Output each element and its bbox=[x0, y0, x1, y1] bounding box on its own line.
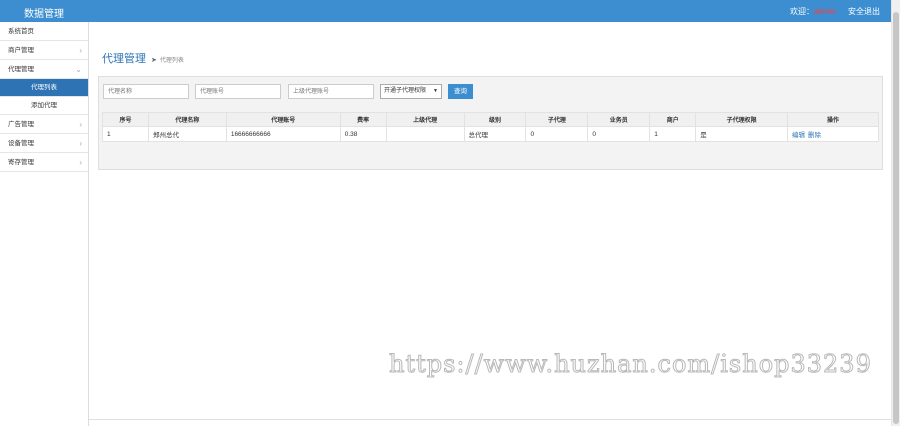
sidebar-subitem-label: 代理列表 bbox=[31, 84, 57, 91]
column-header: 业务员 bbox=[587, 112, 651, 127]
cell-rate: 0.38 bbox=[339, 126, 387, 142]
sidebar-item-storage[interactable]: 寄存管理 › bbox=[0, 153, 88, 172]
sidebar-item-label: 代理管理 bbox=[8, 66, 34, 73]
watermark: https://www.huzhan.com/ishop33239 bbox=[389, 350, 872, 379]
welcome-label: 欢迎： bbox=[789, 7, 814, 16]
vertical-scrollbar[interactable] bbox=[891, 0, 900, 426]
agent-account-input[interactable] bbox=[195, 84, 281, 99]
delete-link[interactable]: 删除 bbox=[808, 132, 821, 139]
chevron-right-icon: › bbox=[79, 46, 82, 55]
sidebar-item-label: 设备管理 bbox=[8, 140, 34, 147]
chevron-right-icon: › bbox=[79, 158, 82, 167]
cell-permission: 是 bbox=[695, 126, 789, 142]
sidebar-item-label: 系统首页 bbox=[8, 28, 34, 35]
sidebar-subitem-agent-list[interactable]: 代理列表 bbox=[0, 79, 88, 97]
chevron-right-icon: › bbox=[79, 120, 82, 129]
permission-select-value: 开通子代理权限 bbox=[384, 88, 427, 94]
sidebar-item-merchants[interactable]: 商户管理 › bbox=[0, 41, 88, 60]
username[interactable]: admin bbox=[814, 7, 836, 16]
column-header: 代理账号 bbox=[225, 112, 341, 127]
sidebar-subitem-label: 添加代理 bbox=[31, 102, 57, 109]
arrow-right-icon: ➤ bbox=[151, 57, 157, 64]
column-header: 费率 bbox=[339, 112, 387, 127]
logout-link[interactable]: 安全退出 bbox=[848, 7, 880, 16]
breadcrumb-current: 代理列表 bbox=[159, 58, 184, 64]
sidebar-item-agents[interactable]: 代理管理 ⌄ bbox=[0, 60, 88, 79]
sidebar-item-ads[interactable]: 广告管理 › bbox=[0, 115, 88, 134]
chevron-down-icon: ⌄ bbox=[75, 65, 82, 74]
sidebar: 系统首页 商户管理 › 代理管理 ⌄ 代理列表 添加代理 广告管理 › 设备管理… bbox=[0, 22, 89, 426]
cell-sub-agents: 0 bbox=[525, 126, 589, 142]
cell-name: 郑州总代 bbox=[147, 126, 227, 142]
cell-salesmen: 0 bbox=[587, 126, 651, 142]
sidebar-item-label: 广告管理 bbox=[8, 121, 34, 128]
caret-down-icon: ▼ bbox=[433, 88, 438, 94]
page-title: 代理管理 bbox=[102, 53, 146, 65]
top-bar: 数据管理 欢迎：admin 安全退出 bbox=[0, 0, 891, 22]
brand-title: 数据管理 bbox=[24, 9, 64, 20]
column-header: 代理名称 bbox=[147, 112, 227, 127]
scrollbar-thumb[interactable] bbox=[893, 12, 899, 424]
cell-level: 总代理 bbox=[463, 126, 527, 142]
column-header: 序号 bbox=[102, 112, 149, 127]
column-header: 子代理权限 bbox=[695, 112, 789, 127]
cell-account: 16666666666 bbox=[225, 126, 341, 142]
column-header: 商户 bbox=[649, 112, 697, 127]
column-header: 子代理 bbox=[525, 112, 589, 127]
cell-actions: 编辑 删除 bbox=[787, 126, 879, 142]
column-header: 级别 bbox=[463, 112, 527, 127]
sidebar-item-home[interactable]: 系统首页 bbox=[0, 22, 88, 41]
column-header: 操作 bbox=[787, 112, 879, 127]
edit-link[interactable]: 编辑 bbox=[792, 132, 805, 139]
cell-no: 1 bbox=[102, 126, 149, 142]
breadcrumb: 代理管理 ➤ 代理列表 bbox=[102, 50, 184, 66]
permission-select[interactable]: 开通子代理权限 ▼ bbox=[380, 84, 442, 99]
footer-divider bbox=[89, 419, 891, 420]
chevron-right-icon: › bbox=[79, 139, 82, 148]
cell-parent bbox=[385, 126, 465, 142]
sidebar-item-devices[interactable]: 设备管理 › bbox=[0, 134, 88, 153]
user-area: 欢迎：admin 安全退出 bbox=[790, 6, 880, 17]
parent-account-input[interactable] bbox=[288, 84, 374, 99]
column-header: 上级代理 bbox=[385, 112, 465, 127]
sidebar-subitem-add-agent[interactable]: 添加代理 bbox=[0, 97, 88, 115]
sidebar-item-label: 商户管理 bbox=[8, 47, 34, 54]
cell-merchants: 1 bbox=[649, 126, 697, 142]
agent-table: 序号 代理名称 代理账号 费率 上级代理 级别 子代理 业务员 商户 子代理权限… bbox=[102, 112, 879, 142]
search-button[interactable]: 查询 bbox=[448, 84, 473, 99]
table-row: 1 郑州总代 16666666666 0.38 总代理 0 0 1 是 编辑 删除 bbox=[102, 126, 879, 142]
sidebar-item-label: 寄存管理 bbox=[8, 159, 34, 166]
agent-name-input[interactable] bbox=[103, 84, 189, 99]
table-header-row: 序号 代理名称 代理账号 费率 上级代理 级别 子代理 业务员 商户 子代理权限… bbox=[102, 112, 879, 127]
content-panel: 开通子代理权限 ▼ 查询 序号 代理名称 代理账号 费率 上级代理 级别 子代理… bbox=[98, 76, 883, 170]
